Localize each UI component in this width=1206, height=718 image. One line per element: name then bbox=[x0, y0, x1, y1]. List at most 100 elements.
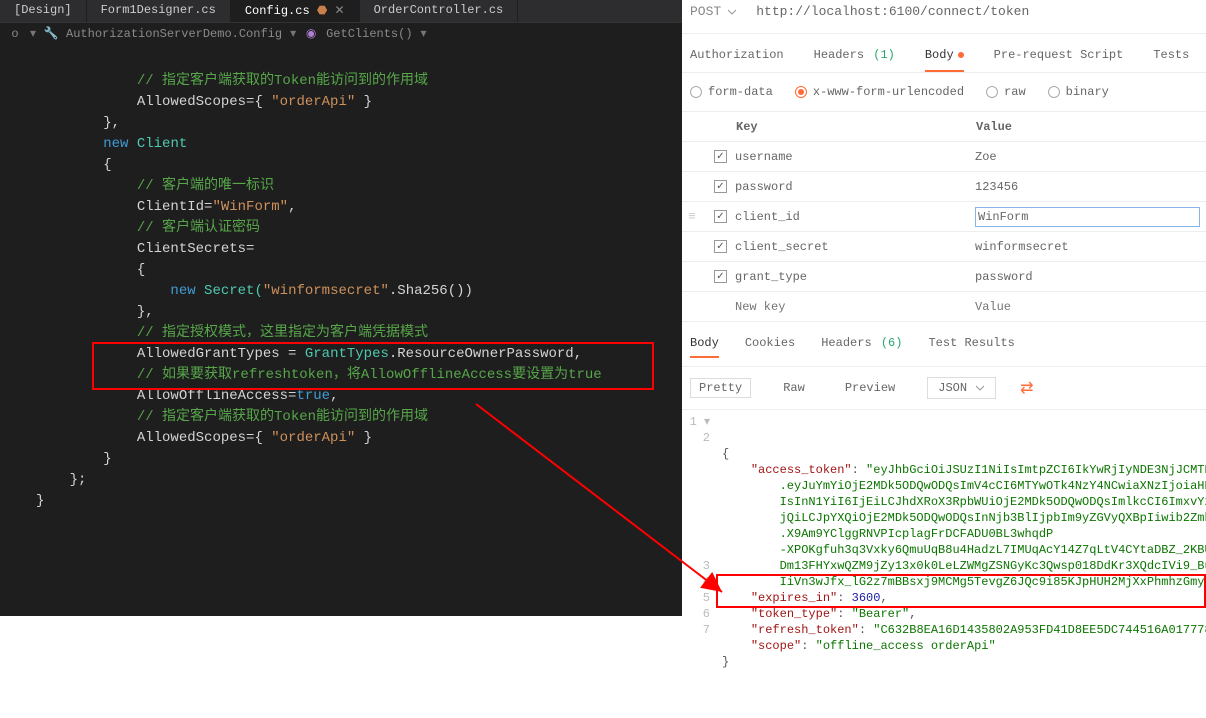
response-controls: Pretty Raw Preview JSON ⇄ bbox=[682, 367, 1206, 410]
radio-icon bbox=[1048, 86, 1060, 98]
code-text: { bbox=[103, 157, 111, 173]
kv-row: ≡ bbox=[682, 202, 1206, 232]
tab-body-label: Body bbox=[925, 48, 954, 62]
radio-urlencoded[interactable]: x-www-form-urlencoded bbox=[795, 85, 964, 99]
code-keyword: new bbox=[103, 136, 128, 152]
tab-design[interactable]: [Design] bbox=[0, 0, 87, 22]
code-keyword: new bbox=[170, 283, 195, 299]
radio-label: raw bbox=[1004, 85, 1026, 99]
tab-body[interactable]: Body bbox=[925, 48, 964, 72]
json-key: "access_token" bbox=[751, 463, 852, 477]
tab-authorization[interactable]: Authorization bbox=[690, 48, 784, 72]
method-select[interactable]: POST bbox=[690, 0, 737, 23]
btn-pretty[interactable]: Pretty bbox=[690, 378, 751, 398]
btn-raw[interactable]: Raw bbox=[775, 379, 813, 397]
code-text: } bbox=[355, 430, 372, 446]
postman-pane: POST http://localhost:6100/connect/token… bbox=[682, 0, 1206, 616]
kv-key-input[interactable] bbox=[735, 240, 972, 254]
code-text: }, bbox=[137, 304, 154, 320]
code-keyword: true bbox=[296, 388, 330, 404]
json-gutter: 1 ▾ 2 3 4 5 6 7 bbox=[682, 414, 710, 638]
radio-icon bbox=[690, 86, 702, 98]
tab-tests[interactable]: Tests bbox=[1153, 48, 1189, 72]
checkbox[interactable] bbox=[714, 180, 727, 193]
rheader-count: (6) bbox=[881, 336, 903, 350]
radio-label: x-www-form-urlencoded bbox=[813, 85, 964, 99]
body-type-row: form-data x-www-form-urlencoded raw bina… bbox=[682, 73, 1206, 111]
code-text: , bbox=[288, 199, 296, 215]
code-area[interactable]: // 指定客户端获取的Token能访问到的作用域 AllowedScopes={… bbox=[0, 44, 682, 616]
btn-preview[interactable]: Preview bbox=[837, 379, 903, 397]
json-value: "C632B8EA16D1435802A953FD41D8EE5DC744516… bbox=[873, 623, 1206, 637]
code-string: "winformsecret" bbox=[263, 283, 389, 299]
tab-prerequest[interactable]: Pre-request Script bbox=[994, 48, 1124, 72]
kv-value-input[interactable] bbox=[975, 207, 1200, 227]
wrap-icon[interactable]: ⇄ bbox=[1020, 378, 1033, 398]
chevron-down-icon bbox=[975, 383, 985, 393]
checkbox[interactable] bbox=[714, 150, 727, 163]
format-select[interactable]: JSON bbox=[927, 377, 996, 399]
radio-binary[interactable]: binary bbox=[1048, 85, 1109, 99]
radio-label: form-data bbox=[708, 85, 773, 99]
rtab-testresults[interactable]: Test Results bbox=[928, 336, 1014, 358]
tab-ordercontroller[interactable]: OrderController.cs bbox=[360, 0, 519, 22]
breadcrumb: o▾ 🔧 AuthorizationServerDemo.Config▾ ◉ G… bbox=[0, 22, 682, 44]
json-value: .X9Am9YClggRNVPIcplagFrDCFADU0BL3whqdP bbox=[780, 527, 1054, 541]
checkbox[interactable] bbox=[714, 210, 727, 223]
code-text: ClientId= bbox=[137, 199, 213, 215]
json-viewer[interactable]: 1 ▾ 2 3 4 5 6 7 { "access_token": "eyJhb… bbox=[682, 410, 1206, 718]
rtab-cookies[interactable]: Cookies bbox=[745, 336, 795, 358]
kv-row bbox=[682, 142, 1206, 172]
kv-key-input[interactable] bbox=[735, 300, 972, 314]
code-type: GrantTypes bbox=[305, 346, 389, 362]
kv-value-input[interactable] bbox=[975, 240, 1200, 254]
kv-key-input[interactable] bbox=[735, 270, 972, 284]
drag-icon[interactable]: ≡ bbox=[688, 209, 714, 224]
tab-headers[interactable]: Headers (1) bbox=[814, 48, 895, 72]
tab-form1designer[interactable]: Form1Designer.cs bbox=[87, 0, 231, 22]
kv-key-input[interactable] bbox=[735, 210, 972, 224]
code-text: .ResourceOwnerPassword, bbox=[389, 346, 582, 362]
kv-value-input[interactable] bbox=[975, 180, 1200, 194]
kv-value-input[interactable] bbox=[975, 150, 1200, 164]
code-text: }; bbox=[70, 472, 87, 488]
kv-key-input[interactable] bbox=[735, 150, 972, 164]
radio-formdata[interactable]: form-data bbox=[690, 85, 773, 99]
kv-header-value: Value bbox=[972, 120, 1200, 134]
json-value: IsInN1YiI6IjEiLCJhdXRoX3RpbWUiOjE2MDk5OD… bbox=[780, 495, 1206, 509]
editor-tab-bar: [Design] Form1Designer.cs Config.cs ⬣ ✕ … bbox=[0, 0, 682, 22]
code-comment: // 客户端的唯一标识 bbox=[137, 178, 274, 194]
kv-row-new bbox=[682, 292, 1206, 322]
code-text: .Sha256()) bbox=[389, 283, 473, 299]
kv-header-row: KeyValue bbox=[682, 112, 1206, 142]
rtab-headers[interactable]: Headers (6) bbox=[821, 336, 902, 358]
tab-headers-label: Headers bbox=[814, 48, 864, 62]
response-tabs: Body Cookies Headers (6) Test Results bbox=[682, 326, 1206, 367]
code-string: "WinForm" bbox=[212, 199, 288, 215]
url-input[interactable]: http://localhost:6100/connect/token bbox=[756, 4, 1029, 19]
breadcrumb-project[interactable]: AuthorizationServerDemo.Config bbox=[66, 27, 282, 41]
json-key: "refresh_token" bbox=[751, 623, 859, 637]
radio-raw[interactable]: raw bbox=[986, 85, 1026, 99]
checkbox[interactable] bbox=[714, 240, 727, 253]
kv-value-input[interactable] bbox=[975, 300, 1200, 314]
code-string: "orderApi" bbox=[271, 94, 355, 110]
chevron-down-icon bbox=[727, 7, 737, 17]
checkbox[interactable] bbox=[714, 270, 727, 283]
kv-key-input[interactable] bbox=[735, 180, 972, 194]
json-value: "eyJhbGciOiJSUzI1NiIsImtpZCI6IkYwRjIyNDE… bbox=[866, 463, 1206, 477]
kv-value-input[interactable] bbox=[975, 270, 1200, 284]
kv-header-key: Key bbox=[732, 120, 972, 134]
method-label: POST bbox=[690, 4, 721, 19]
code-string: "orderApi" bbox=[271, 430, 355, 446]
tab-config[interactable]: Config.cs ⬣ ✕ bbox=[231, 0, 360, 22]
response-pane: Body Cookies Headers (6) Test Results Pr… bbox=[682, 326, 1206, 718]
tab-config-label: Config.cs bbox=[245, 4, 310, 18]
json-value: -XPOKgfuh3q3Vxky6QmuUqB8u4HadzL7IMUqAcY1… bbox=[780, 543, 1206, 557]
rtab-body[interactable]: Body bbox=[690, 336, 719, 358]
json-value: 3600 bbox=[852, 591, 881, 605]
code-text: AllowedScopes={ bbox=[137, 94, 271, 110]
home-icon[interactable]: o bbox=[8, 27, 22, 41]
breadcrumb-method[interactable]: GetClients() bbox=[326, 27, 412, 41]
code-text: { bbox=[137, 262, 145, 278]
